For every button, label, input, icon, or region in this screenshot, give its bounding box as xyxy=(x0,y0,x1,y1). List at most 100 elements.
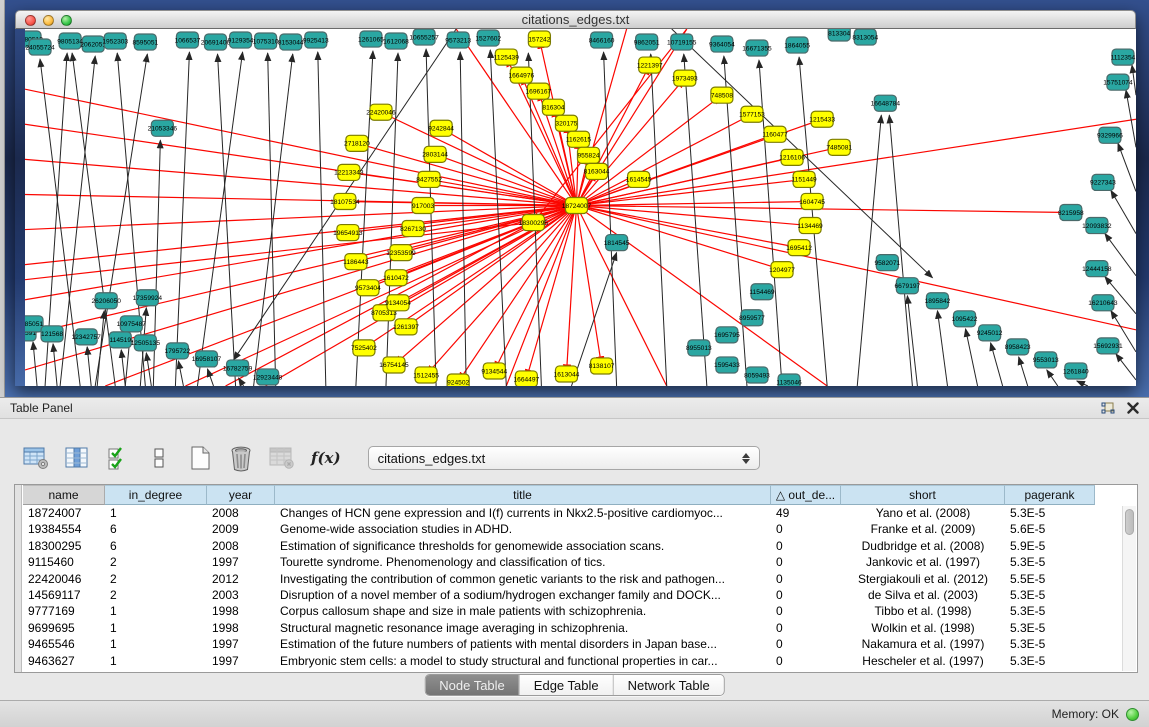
network-node[interactable]: 1135046 xyxy=(776,374,802,386)
network-node[interactable]: 15751074 xyxy=(1103,74,1133,90)
network-node[interactable]: 1261840 xyxy=(1063,363,1089,379)
network-node[interactable]: 1604745 xyxy=(799,193,825,209)
window-titlebar[interactable]: citations_edges.txt xyxy=(15,10,1136,29)
table-row[interactable]: 1830029562008Estimation of significance … xyxy=(23,538,1123,554)
network-node[interactable]: 1664976 xyxy=(508,67,534,83)
network-node[interactable]: 121568 xyxy=(41,326,63,342)
network-node[interactable]: 18107534 xyxy=(330,193,360,209)
network-node[interactable]: 9553013 xyxy=(1033,352,1059,368)
network-node[interactable]: 10975487 xyxy=(117,316,147,332)
network-node[interactable]: 1075310 xyxy=(253,33,279,49)
select-all-icon[interactable] xyxy=(104,444,132,472)
network-node[interactable]: 1261397 xyxy=(393,319,419,335)
network-canvas[interactable]: 1872400718300295224200462718120122133431… xyxy=(25,29,1136,386)
tab-network-table[interactable]: Network Table xyxy=(613,675,724,695)
network-node[interactable]: 15692931 xyxy=(1093,338,1123,354)
network-node[interactable]: 7525402 xyxy=(351,340,377,356)
network-node[interactable]: 1261065 xyxy=(358,31,384,47)
network-node[interactable]: 1973493 xyxy=(672,70,698,86)
network-node[interactable]: 9242844 xyxy=(428,120,454,136)
network-node[interactable]: 7485081 xyxy=(826,139,852,155)
network-node[interactable]: 917003 xyxy=(412,197,434,213)
column-header[interactable]: year xyxy=(207,485,275,505)
table-row[interactable]: 977716911998Corpus callosum shape and si… xyxy=(23,603,1123,619)
network-node[interactable]: 12505135 xyxy=(131,335,161,351)
delete-icon[interactable] xyxy=(227,444,255,472)
network-node[interactable]: 8163044 xyxy=(584,163,610,179)
table-row[interactable]: 946362711997Embryonic stem cells: a mode… xyxy=(23,653,1123,669)
network-node[interactable]: 1112354 xyxy=(1111,49,1136,65)
network-node[interactable]: 16958107 xyxy=(192,351,222,367)
network-node[interactable]: 1186443 xyxy=(343,254,369,270)
table-row[interactable]: 1872400712008Changes of HCN gene express… xyxy=(23,505,1123,521)
float-window-icon[interactable] xyxy=(1101,402,1115,415)
network-node[interactable]: 9129354 xyxy=(228,32,254,48)
network-node[interactable]: 9364054 xyxy=(709,36,735,52)
network-node[interactable]: 8215958 xyxy=(1058,204,1084,220)
network-node[interactable]: 813304 xyxy=(828,29,850,41)
network-node[interactable]: 1814545 xyxy=(604,235,630,251)
new-file-icon[interactable] xyxy=(186,444,214,472)
network-node[interactable]: 1864055 xyxy=(784,37,810,53)
network-node[interactable]: 1696167 xyxy=(526,83,552,99)
network-node[interactable]: 157242 xyxy=(528,31,550,47)
network-node[interactable]: 20691406 xyxy=(201,34,231,50)
network-node[interactable]: 1095422 xyxy=(952,311,978,327)
table-row[interactable]: 2242004622012Investigating the contribut… xyxy=(23,571,1123,587)
network-node[interactable]: 320175 xyxy=(555,115,577,131)
tab-edge-table[interactable]: Edge Table xyxy=(519,675,613,695)
network-node[interactable]: 24055724 xyxy=(25,39,55,55)
network-node[interactable]: 16754145 xyxy=(379,357,409,373)
network-node[interactable]: 9582071 xyxy=(874,255,900,271)
network-node[interactable]: 1066537 xyxy=(175,32,201,48)
scrollbar-thumb[interactable] xyxy=(1125,509,1134,535)
network-node[interactable]: 8595051 xyxy=(132,34,158,50)
network-node[interactable]: 1162615 xyxy=(566,131,592,147)
network-node[interactable]: 8138107 xyxy=(589,358,615,374)
network-node[interactable]: 1204977 xyxy=(769,262,795,278)
network-node[interactable]: 19654913 xyxy=(333,225,363,241)
network-node[interactable]: 16671355 xyxy=(742,40,772,56)
network-node[interactable]: 8427552 xyxy=(416,171,442,187)
network-node[interactable]: 924502 xyxy=(447,374,469,386)
network-node[interactable]: 9573213 xyxy=(445,32,471,48)
network-node[interactable]: 1154469 xyxy=(749,284,775,300)
network-node[interactable]: 1527602 xyxy=(475,30,501,46)
network-node[interactable]: 9925413 xyxy=(303,32,329,48)
network-node[interactable]: 16210643 xyxy=(1088,295,1118,311)
memory-status-indicator[interactable] xyxy=(1126,708,1139,721)
table-row[interactable]: 969969511998Structural magnetic resonanc… xyxy=(23,620,1123,636)
network-node[interactable]: 1664497 xyxy=(513,371,539,386)
network-node[interactable]: 8959577 xyxy=(739,310,765,326)
network-node[interactable]: 748508 xyxy=(711,87,733,103)
network-node[interactable]: 1612068 xyxy=(383,33,409,49)
vertical-scrollbar[interactable] xyxy=(1122,506,1136,671)
network-node[interactable]: 18300295 xyxy=(519,215,549,231)
network-node[interactable]: 12213343 xyxy=(334,164,364,180)
table-row[interactable]: 1456911722003Disruption of a novel membe… xyxy=(23,587,1123,603)
network-node[interactable]: 12444158 xyxy=(1082,261,1112,277)
network-node[interactable]: 8955013 xyxy=(686,340,712,356)
column-header[interactable]: △ out_de... xyxy=(771,485,841,505)
network-node[interactable]: 1160477 xyxy=(762,126,788,142)
network-node[interactable]: 8059493 xyxy=(744,367,770,383)
network-node[interactable]: 2803144 xyxy=(422,146,448,162)
network-node[interactable]: 26206050 xyxy=(92,293,122,309)
network-node[interactable]: 1613044 xyxy=(554,366,580,382)
network-node[interactable]: 1577153 xyxy=(739,106,765,122)
table-row[interactable]: 1938455462009Genome-wide association stu… xyxy=(23,521,1123,537)
network-node[interactable]: 10719155 xyxy=(667,34,697,50)
network-node[interactable]: 1151449 xyxy=(791,171,817,187)
table-settings-icon[interactable] xyxy=(22,444,50,472)
network-node[interactable]: 8267130 xyxy=(400,221,426,237)
network-node[interactable]: 10655257 xyxy=(409,29,439,45)
network-node[interactable]: 1216106 xyxy=(779,149,805,165)
network-node[interactable]: 9862051 xyxy=(634,34,660,50)
network-node[interactable]: 17359924 xyxy=(133,290,163,306)
network-node[interactable]: 114519 xyxy=(109,332,131,348)
column-header[interactable]: in_degree xyxy=(105,485,207,505)
function-builder-icon[interactable]: f(x) xyxy=(309,444,343,472)
network-node[interactable]: 9134544 xyxy=(481,363,507,379)
network-node[interactable]: 16648784 xyxy=(871,95,901,111)
network-node[interactable]: 8313054 xyxy=(852,29,878,45)
